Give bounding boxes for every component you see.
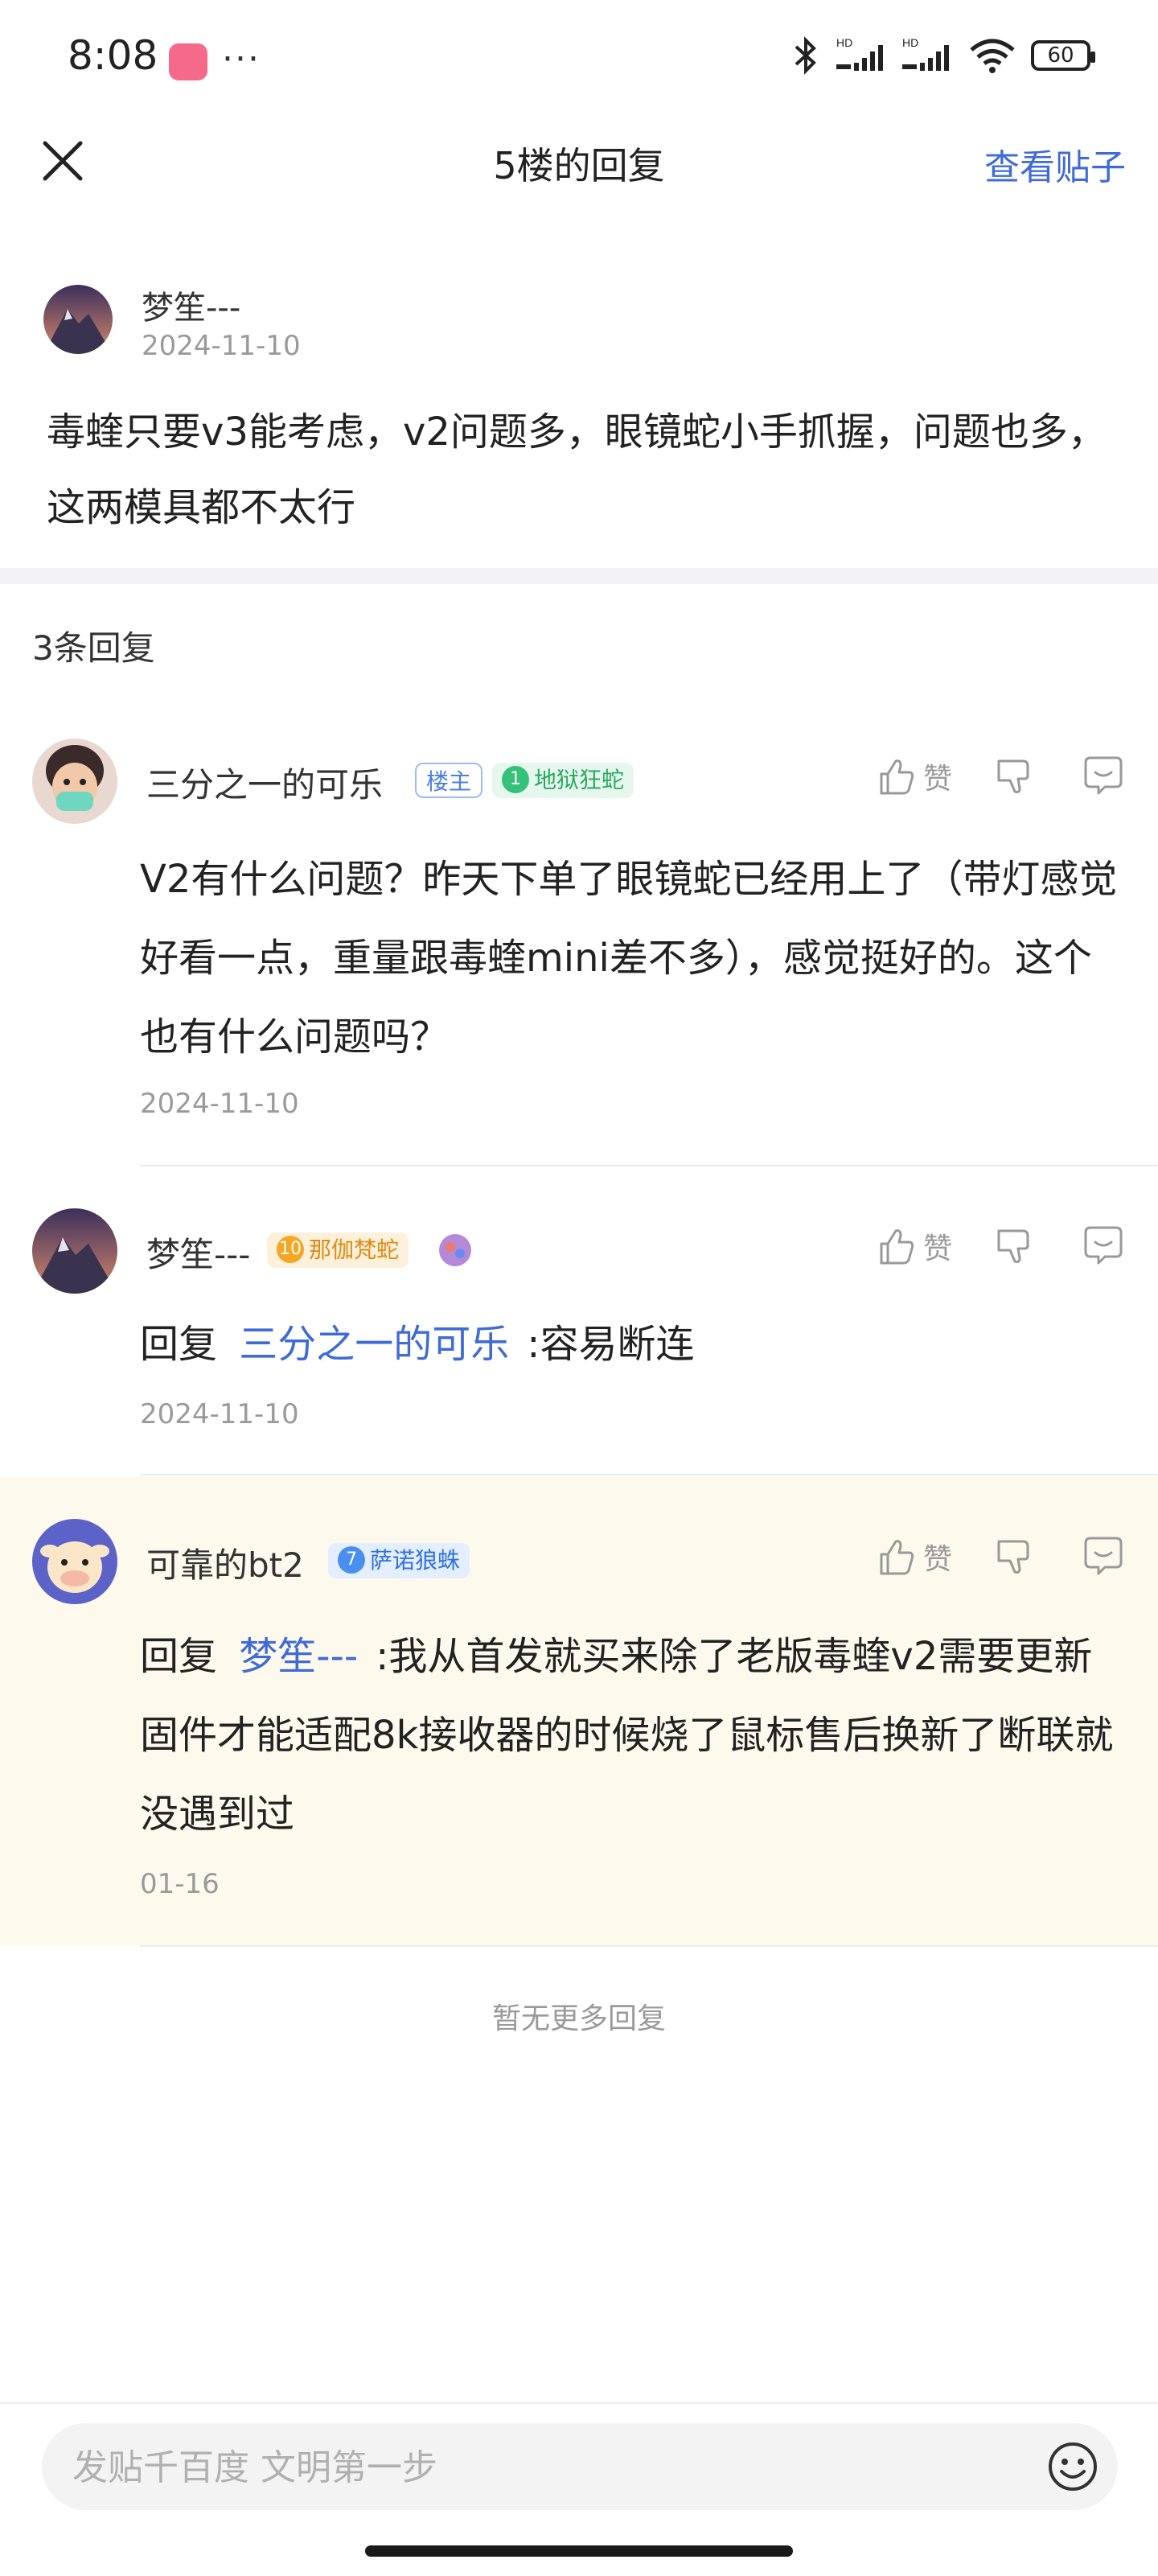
nav-bar: 5楼的回复 查看贴子 [0, 121, 1158, 201]
avatar[interactable] [32, 739, 117, 824]
level-number: 7 [338, 1546, 365, 1574]
like-button[interactable]: 赞 [875, 755, 952, 798]
reply-prefix: 回复 [140, 1322, 218, 1367]
signal-icon: HD [836, 36, 883, 71]
signal-icon-2: HD [902, 36, 949, 71]
reply-author[interactable]: 可靠的bt2 [146, 1538, 304, 1587]
like-label: 赞 [922, 1543, 952, 1576]
level-badge: 1 地狱狂蛇 [492, 763, 634, 798]
level-title: 萨诺狼蛛 [370, 1547, 461, 1574]
level-number: 1 [502, 766, 529, 793]
reply-author[interactable]: 梦笙--- [146, 1228, 250, 1277]
battery-level: 60 [1047, 43, 1074, 68]
reply-input-box[interactable] [42, 2423, 1118, 2512]
post-date: 2024-11-10 [142, 330, 301, 362]
status-time: 8:08 [68, 32, 158, 79]
thumbs-down-icon[interactable] [991, 1224, 1034, 1268]
reply-author[interactable]: 三分之一的可乐 [146, 758, 383, 807]
status-icons: HD HD 60 [790, 35, 1095, 76]
no-more-replies: 暂无更多回复 [491, 2002, 666, 2035]
reply-actions: 赞 [875, 755, 1126, 798]
more-notifications-icon: ··· [222, 39, 261, 80]
reply-actions: 赞 [875, 1224, 1126, 1268]
thumbs-up-icon [880, 759, 914, 795]
reply-separator [140, 1945, 1158, 1947]
mention-link[interactable]: 三分之一的可乐 [239, 1322, 509, 1367]
post-author[interactable]: 梦笙--- [142, 282, 240, 328]
reply-input[interactable] [71, 2423, 999, 2512]
status-bar: 8:08 ··· HD HD 60 [0, 0, 1158, 121]
level-number: 10 [277, 1236, 304, 1263]
level-title: 地狱狂蛇 [534, 767, 625, 793]
like-button[interactable]: 赞 [875, 1224, 952, 1268]
reply-separator [140, 1165, 1158, 1167]
svg-text:HD: HD [836, 36, 852, 49]
view-post-link[interactable]: 查看贴子 [984, 138, 1126, 190]
comment-icon[interactable] [1081, 1535, 1126, 1578]
battery-icon: 60 [1031, 40, 1095, 71]
host-badge: 楼主 [415, 763, 483, 798]
reply-actions: 赞 [875, 1535, 1126, 1578]
svg-text:HD: HD [902, 36, 918, 49]
medal-icon [439, 1234, 471, 1266]
wifi-icon [970, 39, 1015, 73]
bluetooth-icon [795, 36, 816, 75]
reply-body: :容易断连 [527, 1322, 695, 1367]
like-button[interactable]: 赞 [875, 1535, 952, 1578]
reply-content: 回复 梦笙---:我从首发就买来除了老版毒蝰v2需要更新固件才能适配8k接收器的… [140, 1617, 1129, 1854]
mention-link[interactable]: 梦笙--- [239, 1634, 358, 1679]
app-notification-icon [169, 43, 207, 80]
like-label: 赞 [922, 1232, 952, 1265]
level-title: 那伽梵蛇 [309, 1237, 400, 1263]
section-divider [0, 568, 1158, 584]
reply-date: 2024-11-10 [140, 1398, 299, 1430]
level-badge: 7 萨诺狼蛛 [328, 1543, 470, 1578]
thumbs-up-icon [880, 1229, 914, 1265]
reply-content: 回复 三分之一的可乐 :容易断连 [140, 1305, 1129, 1384]
like-label: 赞 [922, 763, 952, 796]
thumbs-down-icon[interactable] [991, 755, 1034, 798]
thumbs-down-icon[interactable] [991, 1535, 1034, 1578]
reply-prefix: 回复 [140, 1634, 218, 1679]
comment-icon[interactable] [1081, 755, 1126, 798]
home-indicator[interactable] [365, 2545, 793, 2557]
reply-separator [140, 1474, 1158, 1475]
reply-date: 2024-11-10 [140, 1088, 299, 1120]
avatar[interactable] [32, 1519, 117, 1604]
avatar[interactable] [32, 1208, 117, 1294]
thumbs-up-icon [880, 1540, 914, 1575]
emoji-icon[interactable] [1047, 2441, 1098, 2492]
post-content: 毒蝰只要v3能考虑，v2问题多，眼镜蛇小手抓握，问题也多，这两模具都不太行 [47, 409, 1107, 530]
level-badge: 10 那伽梵蛇 [267, 1232, 409, 1268]
reply-content: V2有什么问题？昨天下单了眼镜蛇已经用上了（带灯感觉好看一点，重量跟毒蝰mini… [140, 857, 1118, 1060]
comment-icon[interactable] [1081, 1224, 1126, 1268]
avatar[interactable] [43, 285, 113, 354]
reply-date: 01-16 [140, 1868, 220, 1900]
reply-count: 3条回复 [32, 628, 155, 668]
